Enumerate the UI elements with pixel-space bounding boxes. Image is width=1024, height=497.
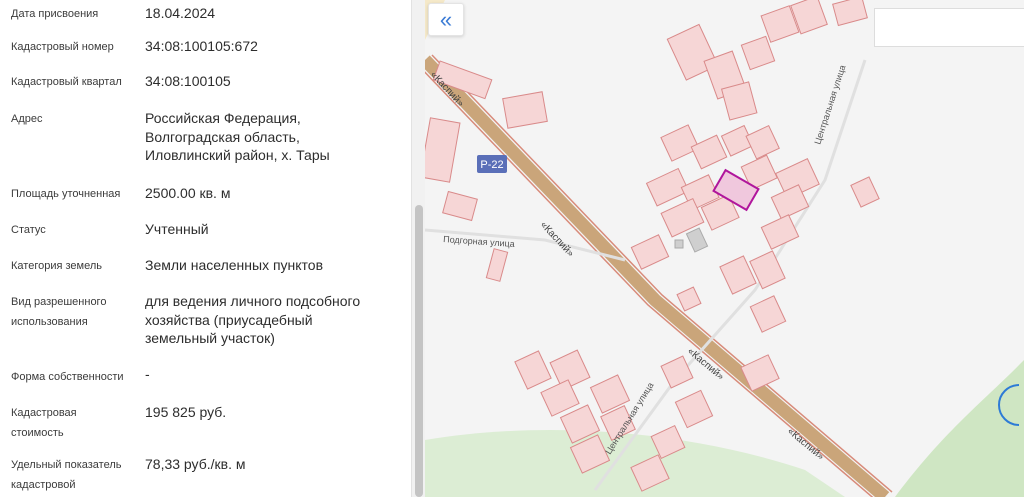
double-chevron-left-icon: « (439, 6, 453, 32)
info-row-permitted-use: Вид разрешенного использования для веден… (0, 292, 411, 352)
map-canvas[interactable]: Р-22 «Каспий» «Каспий» «Каспий» «Каспий»… (425, 0, 1024, 497)
info-row-status: Статус Учтенный (0, 220, 411, 240)
info-row-date: Дата присвоения 18.04.2024 (0, 4, 411, 24)
info-label: Кадастровый номер (11, 41, 114, 53)
info-value: 18.04.2024 (145, 5, 216, 21)
info-value: Российская Федерация, Волгоградская обла… (145, 110, 330, 163)
info-value: - (145, 366, 150, 382)
info-label: Дата присвоения (11, 8, 99, 20)
cadastral-map[interactable]: Р-22 «Каспий» «Каспий» «Каспий» «Каспий»… (425, 0, 1024, 497)
map-search-input[interactable] (874, 8, 1024, 47)
info-value: 195 825 руб. (145, 404, 227, 420)
parcel-info-panel: Дата присвоения 18.04.2024 Кадастровый н… (0, 0, 411, 497)
info-row-ownership: Форма собственности - (0, 366, 411, 387)
info-label: Кадастровый квартал (11, 76, 122, 88)
info-label: Площадь уточненная (11, 188, 121, 200)
collapse-panel-button[interactable]: « (428, 3, 464, 36)
info-value: Учтенный (145, 221, 209, 237)
info-label: Категория земель (11, 260, 102, 272)
info-row-cadastral-quarter: Кадастровый квартал 34:08:100105 (0, 72, 411, 92)
info-row-area: Площадь уточненная 2500.00 кв. м (0, 184, 411, 204)
info-row-cadastral-number: Кадастровый номер 34:08:100105:672 (0, 37, 411, 57)
road-badge-text: Р-22 (480, 159, 503, 171)
info-row-land-category: Категория земель Земли населенных пункто… (0, 256, 411, 276)
info-value: 78,33 руб./кв. м (145, 456, 246, 472)
info-label: Вид разрешенного использования (11, 296, 107, 328)
info-row-address: Адрес Российская Федерация, Волгоградска… (0, 109, 411, 169)
info-row-cadastral-value: Кадастровая стоимость 195 825 руб. (0, 403, 411, 443)
info-value[interactable]: 34:08:100105 (145, 72, 407, 91)
info-value: для ведения личного подсобного хозяйства… (145, 293, 361, 346)
info-label: Кадастровая стоимость (11, 407, 77, 439)
info-value[interactable]: 34:08:100105:672 (145, 37, 407, 56)
info-label: Статус (11, 224, 46, 236)
info-row-specific-value: Удельный показатель кадастровой 78,33 ру… (0, 455, 411, 497)
info-label: Удельный показатель кадастровой (11, 459, 122, 491)
info-value: Земли населенных пунктов (145, 257, 324, 273)
building (674, 239, 684, 249)
scrollbar-thumb[interactable] (415, 205, 423, 497)
info-label: Адрес (11, 113, 43, 125)
panel-scrollbar[interactable] (411, 0, 426, 497)
info-label: Форма собственности (11, 371, 124, 383)
info-value: 2500.00 кв. м (145, 185, 231, 201)
